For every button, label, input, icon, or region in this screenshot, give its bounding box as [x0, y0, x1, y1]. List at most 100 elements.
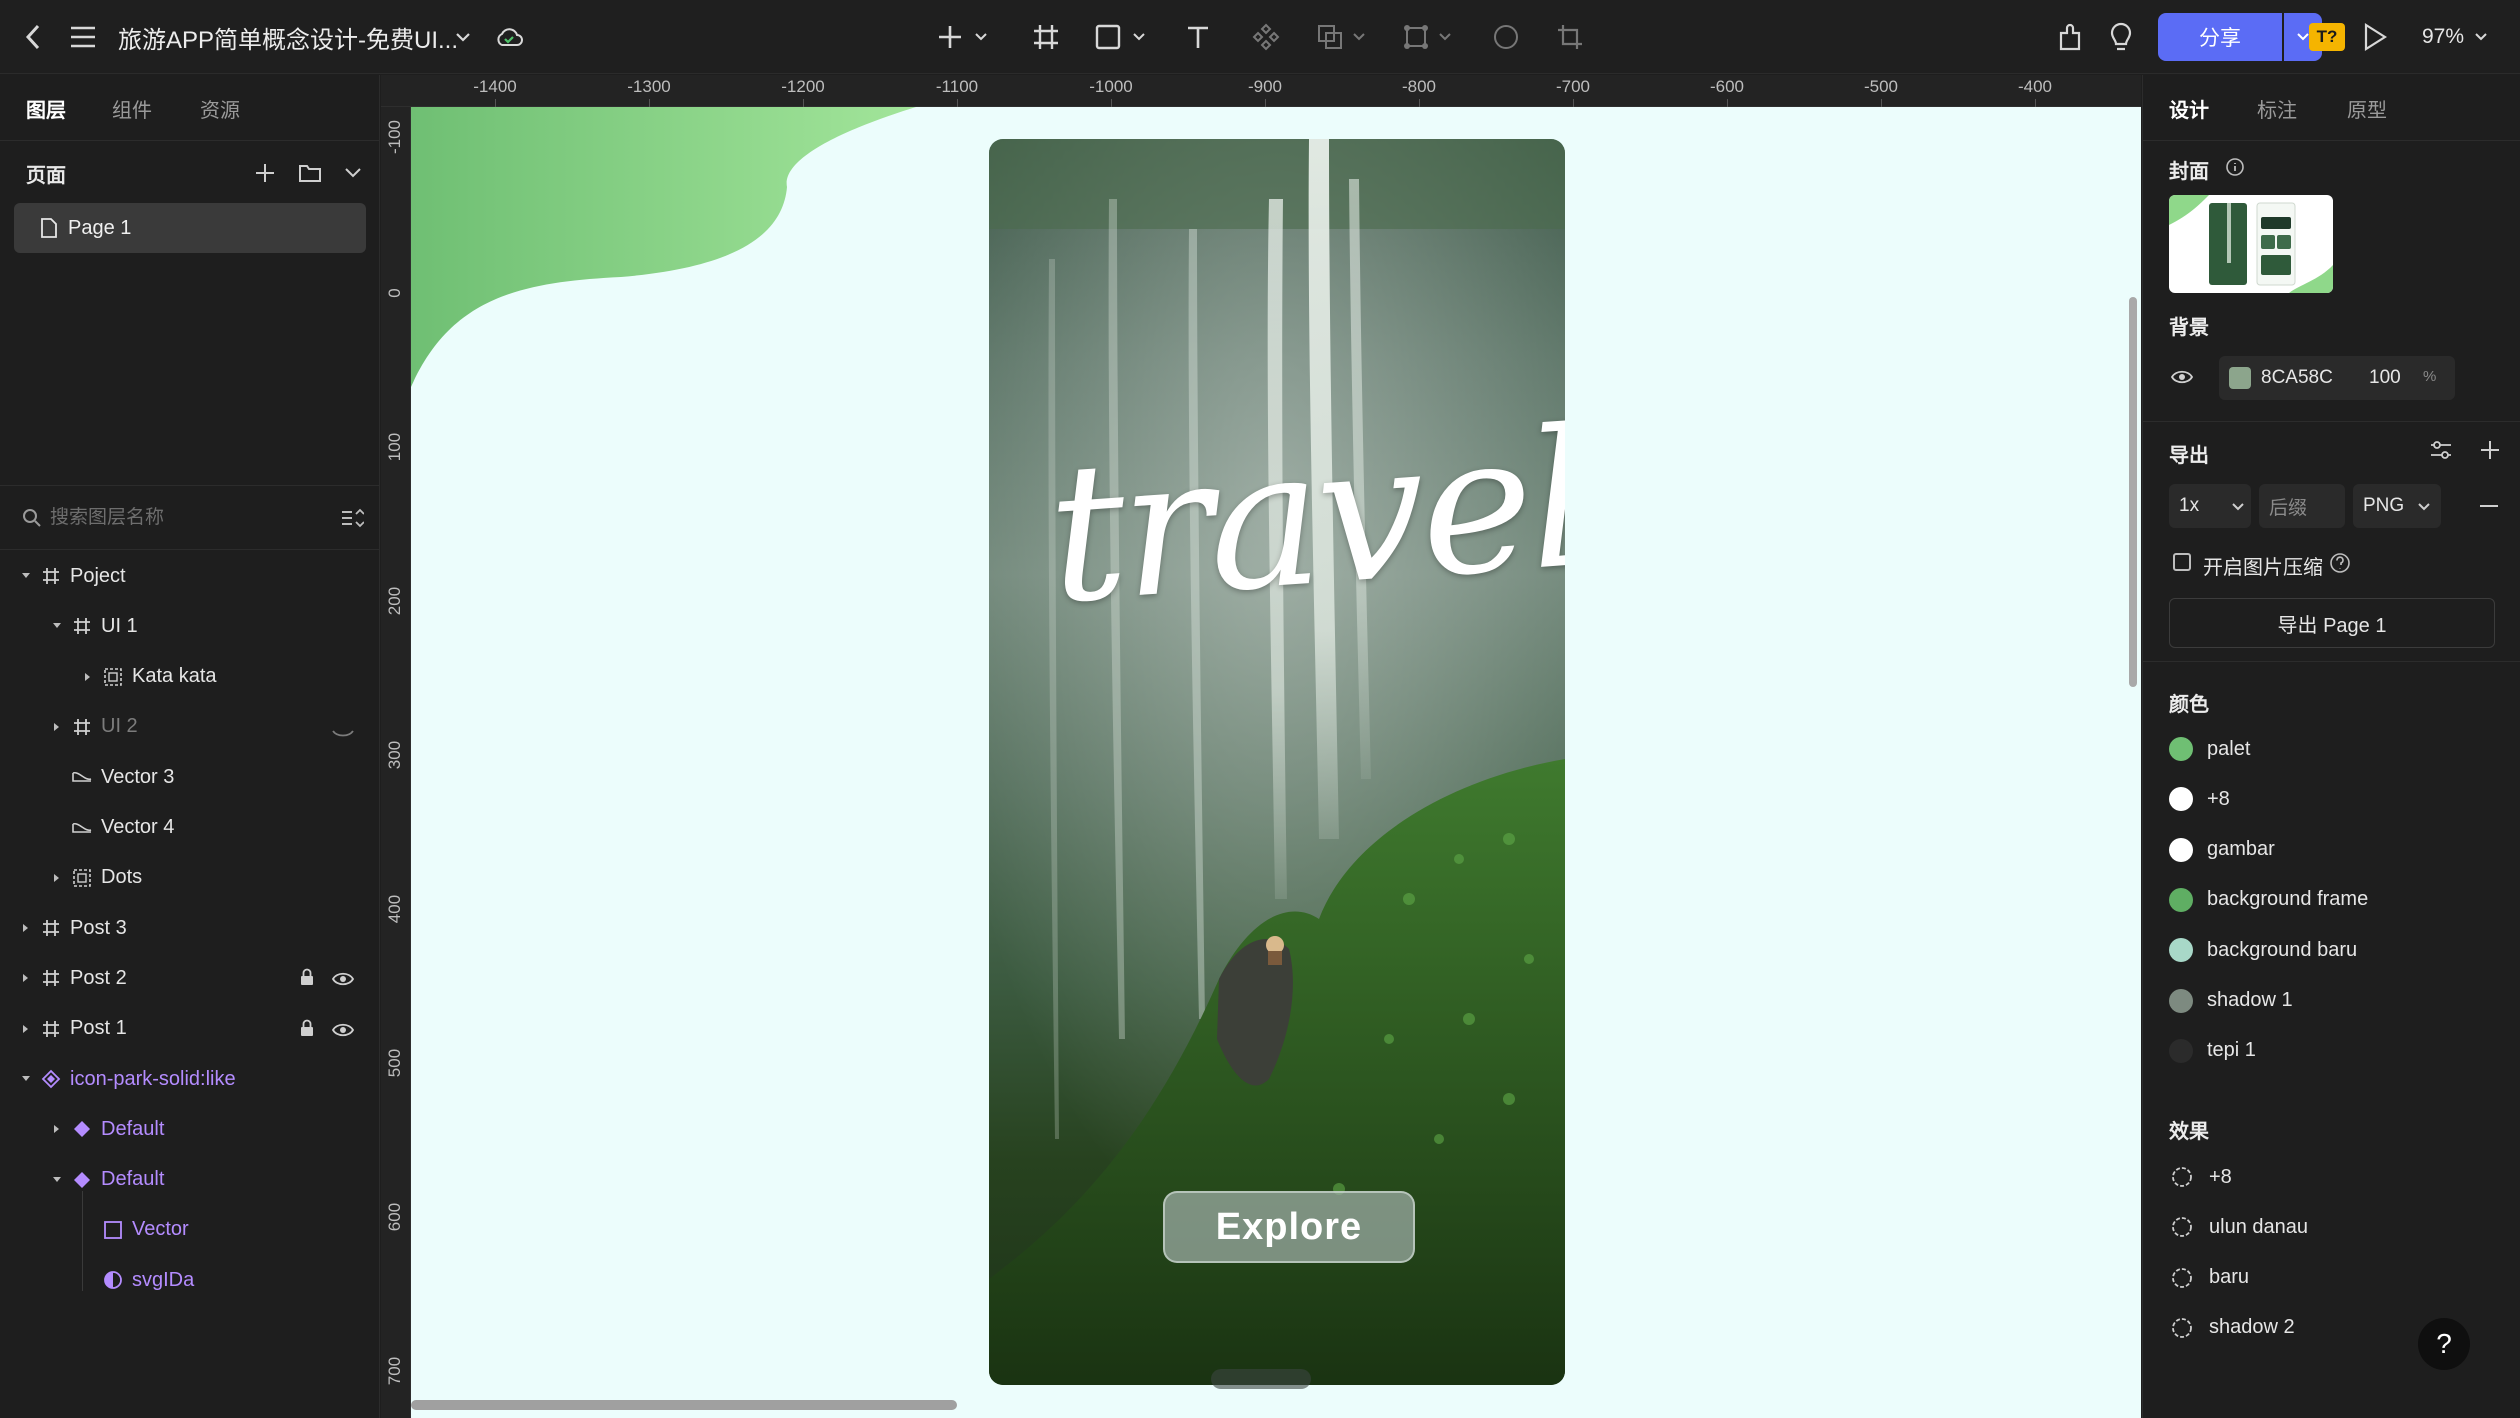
eye-closed-icon[interactable]	[332, 722, 354, 745]
caret-right-icon[interactable]	[51, 1123, 63, 1135]
eye-icon[interactable]	[2171, 368, 2193, 386]
effect-style-item[interactable]: shadow 2	[2169, 1308, 2295, 1348]
info-icon[interactable]	[2225, 157, 2245, 177]
help-circle-icon[interactable]	[2329, 552, 2351, 574]
folder-icon[interactable]	[298, 141, 322, 205]
eye-icon[interactable]	[331, 970, 355, 993]
background-color-field[interactable]: 8CA58C 100 %	[2219, 356, 2455, 400]
caret-down-icon[interactable]	[51, 1174, 63, 1186]
color-style-item[interactable]: tepi 1	[2169, 1031, 2256, 1071]
back-icon[interactable]	[18, 0, 48, 74]
page-item-page-1[interactable]: Page 1	[14, 203, 366, 253]
tab-annotate[interactable]: 标注	[2257, 75, 2297, 141]
layer-row[interactable]: Post 2	[0, 953, 380, 1003]
caret-down-icon[interactable]	[20, 570, 32, 582]
layer-row[interactable]: Kata kata	[0, 652, 380, 702]
plugin-badge[interactable]: T?	[2309, 23, 2345, 51]
plugin-icon[interactable]	[2054, 0, 2088, 74]
layer-row[interactable]: Default	[0, 1155, 380, 1205]
caret-right-icon[interactable]	[82, 671, 94, 683]
layer-row[interactable]: Poject	[0, 551, 380, 601]
shape-dropdown-icon[interactable]	[1130, 0, 1148, 74]
color-style-item[interactable]: gambar	[2169, 830, 2275, 870]
layer-row[interactable]: svgIDa	[0, 1255, 380, 1305]
frame-bottom-handle[interactable]	[1211, 1369, 1311, 1389]
layer-row[interactable]: Vector	[0, 1205, 380, 1255]
caret-right-icon[interactable]	[20, 922, 32, 934]
add-dropdown-icon[interactable]	[972, 0, 990, 74]
auto-layout-icon[interactable]	[1400, 0, 1432, 74]
remove-export-icon[interactable]	[2479, 503, 2499, 509]
layer-row[interactable]: Post 1	[0, 1004, 380, 1054]
caret-right-icon[interactable]	[51, 872, 63, 884]
boolean-dropdown-icon[interactable]	[1350, 0, 1368, 74]
tab-assets[interactable]: 资源	[200, 75, 240, 141]
layout-dropdown-icon[interactable]	[1436, 0, 1454, 74]
eye-icon[interactable]	[331, 1021, 355, 1044]
layer-row[interactable]: icon-park-solid:like	[0, 1054, 380, 1104]
add-page-icon[interactable]	[254, 141, 276, 205]
cloud-sync-icon[interactable]	[492, 0, 526, 74]
layer-row[interactable]: UI 1	[0, 601, 380, 651]
file-title[interactable]: 旅游APP简单概念设计-免费UI...	[118, 0, 458, 74]
travel-headline[interactable]: travel	[1042, 388, 1565, 646]
layer-row[interactable]: Vector 4	[0, 803, 380, 853]
crop-tool-icon[interactable]	[1554, 0, 1586, 74]
ui-1-frame[interactable]: travel Explore	[989, 139, 1565, 1385]
export-settings-icon[interactable]	[2429, 439, 2453, 461]
layer-row[interactable]: UI 2	[0, 702, 380, 752]
vertical-scrollbar[interactable]	[2129, 297, 2137, 687]
compress-checkbox[interactable]	[2173, 553, 2191, 571]
text-tool-icon[interactable]	[1182, 0, 1214, 74]
caret-right-icon[interactable]	[20, 1023, 32, 1035]
export-scale-select[interactable]: 1x	[2169, 484, 2251, 528]
share-button[interactable]: 分享	[2158, 13, 2282, 61]
caret-down-icon[interactable]	[51, 620, 63, 632]
tab-design[interactable]: 设计	[2169, 75, 2209, 141]
filter-icon[interactable]	[340, 508, 364, 528]
color-style-item[interactable]: background frame	[2169, 880, 2368, 920]
color-style-item[interactable]: +8	[2169, 779, 2230, 819]
lock-icon[interactable]	[300, 1019, 314, 1043]
title-dropdown-icon[interactable]	[452, 0, 474, 74]
color-style-item[interactable]: palet	[2169, 729, 2250, 769]
tab-layers[interactable]: 图层	[26, 75, 66, 141]
add-export-icon[interactable]	[2479, 439, 2501, 461]
color-style-item[interactable]: background baru	[2169, 930, 2357, 970]
effect-style-item[interactable]: ulun danau	[2169, 1207, 2308, 1247]
color-style-item[interactable]: shadow 1	[2169, 981, 2293, 1021]
background-opacity[interactable]: 100	[2369, 367, 2401, 389]
play-icon[interactable]	[2358, 0, 2392, 74]
rectangle-tool-icon[interactable]	[1092, 0, 1124, 74]
frame-tool-icon[interactable]	[1030, 0, 1062, 74]
export-suffix-field[interactable]: 后缀	[2259, 484, 2345, 528]
caret-right-icon[interactable]	[51, 721, 63, 733]
component-tool-icon[interactable]	[1250, 0, 1282, 74]
effect-style-item[interactable]: +8	[2169, 1157, 2232, 1197]
caret-down-icon[interactable]	[20, 1073, 32, 1085]
green-blob-shape[interactable]	[411, 107, 971, 407]
caret-right-icon[interactable]	[20, 972, 32, 984]
effect-style-item[interactable]: baru	[2169, 1258, 2249, 1298]
layer-row[interactable]: Post 3	[0, 903, 380, 953]
design-canvas[interactable]: travel Explore	[411, 107, 2141, 1418]
export-format-select[interactable]: PNG	[2353, 484, 2441, 528]
layer-row[interactable]: Vector 3	[0, 752, 380, 802]
menu-icon[interactable]	[66, 0, 100, 74]
tab-components[interactable]: 组件	[112, 75, 152, 141]
zoom-level[interactable]: 97%	[2422, 0, 2488, 74]
lightbulb-icon[interactable]	[2104, 0, 2138, 74]
search-input[interactable]	[50, 500, 320, 536]
cover-thumbnail[interactable]	[2169, 195, 2333, 293]
export-page-button[interactable]: 导出 Page 1	[2169, 598, 2495, 648]
layer-row[interactable]: Default	[0, 1104, 380, 1154]
explore-button[interactable]: Explore	[1163, 1191, 1415, 1263]
background-hex[interactable]: 8CA58C	[2261, 367, 2333, 389]
background-swatch[interactable]	[2229, 367, 2251, 389]
mask-tool-icon[interactable]	[1490, 0, 1522, 74]
lock-icon[interactable]	[300, 968, 314, 992]
add-icon[interactable]	[934, 0, 966, 74]
collapse-pages-icon[interactable]	[344, 141, 362, 205]
layer-row[interactable]: Dots	[0, 853, 380, 903]
help-button[interactable]: ?	[2418, 1318, 2470, 1370]
